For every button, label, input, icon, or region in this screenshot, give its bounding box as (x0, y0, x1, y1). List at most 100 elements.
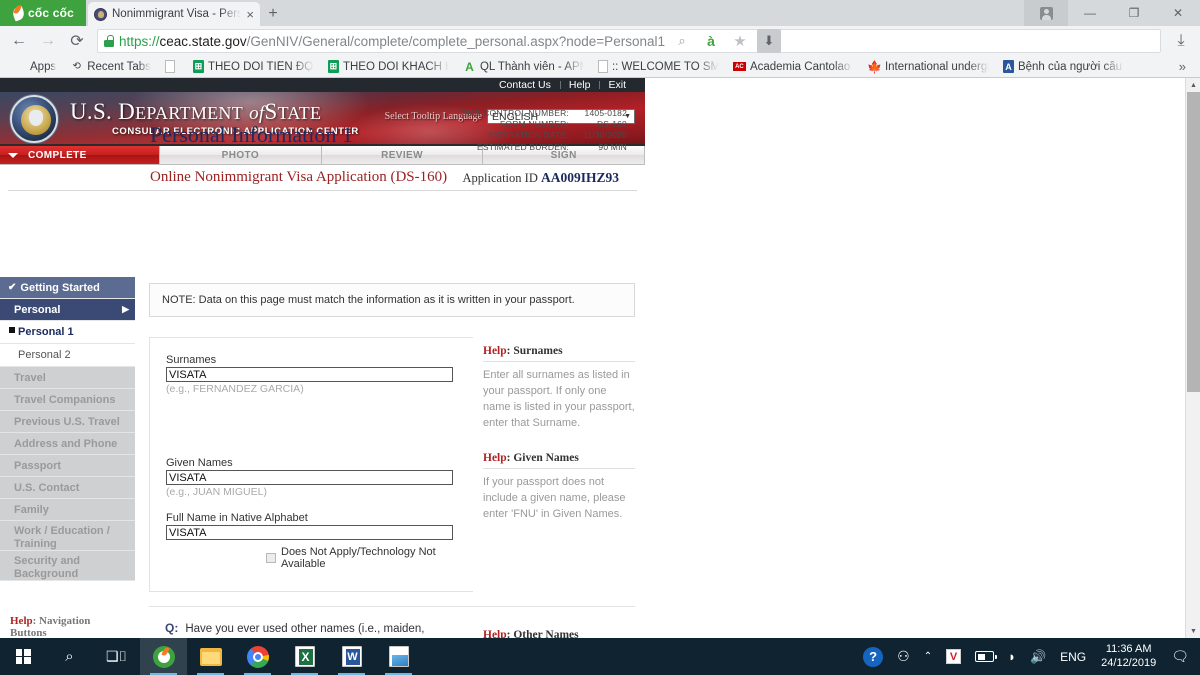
help-title: Help: Given Names (483, 452, 635, 469)
sidebar-item-passport[interactable]: Passport (0, 455, 135, 477)
sidebar-item-personal-2[interactable]: Personal 2 (0, 344, 135, 367)
sidebar-item-work-education-training[interactable]: Work / Education / Training (0, 521, 135, 551)
bookmark-ql-thanh-vien[interactable]: A QL Thành viên - APM (456, 56, 591, 78)
help-link[interactable]: Help (559, 79, 600, 91)
bookmarks-overflow-button[interactable]: » (1171, 59, 1194, 74)
bookmark-theo-doi-tien-do[interactable]: ⊞ THEO DÕI TIẾN ĐỘ X (186, 56, 321, 78)
google-sheets-icon: ⊞ (192, 60, 204, 73)
start-button[interactable] (0, 638, 46, 675)
omb-value: 1405-0182 (584, 108, 627, 118)
url-text: https://ceac.state.gov/GenNIV/General/co… (119, 34, 665, 49)
tray-notifications[interactable]: 🗨 (1164, 638, 1196, 675)
bookmark-theo-doi-khach-hang[interactable]: ⊞ THEO DOI KHACH HA (321, 56, 456, 78)
scrollbar-thumb[interactable] (1187, 92, 1200, 392)
sidebar-item-personal[interactable]: Personal ▶ (0, 299, 135, 321)
tab-photo[interactable]: PHOTO (160, 146, 322, 164)
back-icon[interactable]: ← (6, 28, 32, 54)
omb-key: EXPIRATION DATE: (488, 130, 569, 141)
surnames-input[interactable]: VISATA (166, 367, 453, 382)
bookmark-recent-tabs[interactable]: ⟲ Recent Tabs (63, 56, 158, 78)
tab-review[interactable]: REVIEW (321, 146, 484, 164)
search-button[interactable]: ⌕ (46, 638, 93, 675)
caret-right-icon: ▶ (122, 304, 129, 314)
sidebar-item-address-and-phone[interactable]: Address and Phone (0, 433, 135, 455)
blue-a-icon: A (1002, 60, 1014, 73)
tray-battery[interactable] (968, 638, 1001, 675)
bookmark-benh-cua-nguoi[interactable]: A Bệnh của người cầu to (996, 56, 1131, 78)
field-hint: (e.g., JUAN MIGUEL) (166, 486, 267, 498)
close-window-button[interactable]: ✕ (1156, 0, 1200, 26)
state-seal-favicon (94, 7, 107, 21)
sidebar-item-getting-started[interactable]: ✔ Getting Started (0, 277, 135, 299)
bookmark-academia-cantolao[interactable]: AC Academia Cantolao – (726, 56, 861, 78)
sidebar-item-security-and-background[interactable]: Security and Background (0, 551, 135, 581)
bookmark-star-icon[interactable]: ★ (728, 29, 752, 53)
maximize-button[interactable]: ❐ (1112, 0, 1156, 26)
native-alphabet-input[interactable]: VISATA (166, 525, 453, 540)
given-names-input[interactable]: VISATA (166, 470, 453, 485)
v-app-icon: V (946, 649, 962, 664)
vertical-scrollbar[interactable]: ▲ ▼ (1185, 78, 1200, 638)
help-title: Help: Other Names (483, 629, 635, 638)
downloads-tray-icon[interactable]: ⤓ (1168, 28, 1194, 54)
address-bar[interactable]: https://ceac.state.gov/GenNIV/General/co… (97, 29, 1161, 53)
bookmark-international-undergrad[interactable]: 🍁 International undergra (861, 56, 996, 78)
scroll-up-icon[interactable]: ▲ (1186, 78, 1200, 92)
folder-icon (199, 647, 222, 666)
scroll-down-icon[interactable]: ▼ (1186, 624, 1200, 638)
browser-tab-active[interactable]: Nonimmigrant Visa - Perso × (88, 2, 260, 26)
tray-network[interactable]: ◗ (1001, 638, 1023, 675)
taskbar-app-photos[interactable] (375, 638, 422, 675)
task-view-button[interactable]: ❑⌷ (93, 638, 140, 675)
vietnamese-input-icon[interactable]: à (699, 29, 723, 53)
forward-icon[interactable]: → (35, 28, 61, 54)
omb-row: OMB CONTROL NUMBER: 1405-0182 (461, 108, 627, 119)
profile-icon[interactable] (1024, 0, 1068, 26)
taskbar-app-file-explorer[interactable] (187, 638, 234, 675)
contact-us-link[interactable]: Contact Us (490, 79, 560, 91)
bookmark-blank-doc[interactable] (158, 56, 186, 78)
sidebar-item-personal-1[interactable]: Personal 1 (0, 321, 135, 344)
tab-complete[interactable]: COMPLETE (0, 146, 160, 164)
tray-people-button[interactable]: ⚇ (890, 638, 917, 675)
taskbar-app-chrome[interactable] (234, 638, 281, 675)
tray-volume[interactable]: 🔊 (1023, 638, 1053, 675)
new-tab-button[interactable]: + (260, 2, 286, 26)
tray-language[interactable]: ENG (1053, 638, 1093, 675)
people-icon: ⚇ (897, 648, 910, 664)
taskbar-app-word[interactable] (328, 638, 375, 675)
sidebar-item-travel[interactable]: Travel (0, 367, 135, 389)
sidebar-item-travel-companions[interactable]: Travel Companions (0, 389, 135, 411)
application-title: Online Nonimmigrant Visa Application (DS… (150, 169, 448, 185)
sidebar-item-us-contact[interactable]: U.S. Contact (0, 477, 135, 499)
tray-help-button[interactable]: ? (856, 638, 890, 675)
download-arrow-icon[interactable]: ⬇ (756, 29, 781, 53)
sidebar-item-label: Address and Phone (14, 437, 118, 450)
sidebar-item-label: Travel (14, 371, 46, 384)
sidebar-item-label: Personal 1 (18, 326, 74, 338)
does-not-apply-checkbox[interactable] (266, 553, 276, 563)
bookmark-apps[interactable]: Apps (6, 56, 63, 78)
application-id-value: AA009IHZ93 (540, 170, 619, 185)
sidebar-item-family[interactable]: Family (0, 499, 135, 521)
notification-icon: 🗨 (1171, 648, 1189, 664)
taskbar-app-coccoc[interactable] (140, 638, 187, 675)
tray-v-app[interactable]: V (939, 638, 968, 675)
question-main: Q: Have you ever used other names (i.e.,… (149, 621, 473, 638)
search-icon: ⌕ (65, 648, 74, 665)
taskbar-app-excel[interactable] (281, 638, 328, 675)
reload-icon[interactable]: ⟳ (64, 28, 90, 54)
close-icon[interactable]: × (246, 8, 254, 21)
exit-link[interactable]: Exit (599, 79, 635, 91)
tray-clock[interactable]: 11:36 AM 24/12/2019 (1093, 643, 1164, 671)
wifi-icon: ◗ (1008, 649, 1016, 664)
coccoc-brand-label: cốc cốc (27, 6, 75, 20)
sidebar-item-previous-us-travel[interactable]: Previous U.S. Travel (0, 411, 135, 433)
site-utility-bar: Contact Us Help Exit (0, 78, 645, 92)
does-not-apply-row[interactable]: Does Not Apply/Technology Not Available (166, 546, 459, 570)
tray-overflow-button[interactable]: ⌃ (917, 638, 939, 675)
minimize-button[interactable]: — (1068, 0, 1112, 26)
bookmark-label: THEO DÕI TIẾN ĐỘ X (207, 60, 314, 73)
search-icon[interactable]: ⌕ (670, 29, 694, 53)
bookmark-welcome-to-smea[interactable]: :: WELCOME TO SMEA (591, 56, 726, 78)
